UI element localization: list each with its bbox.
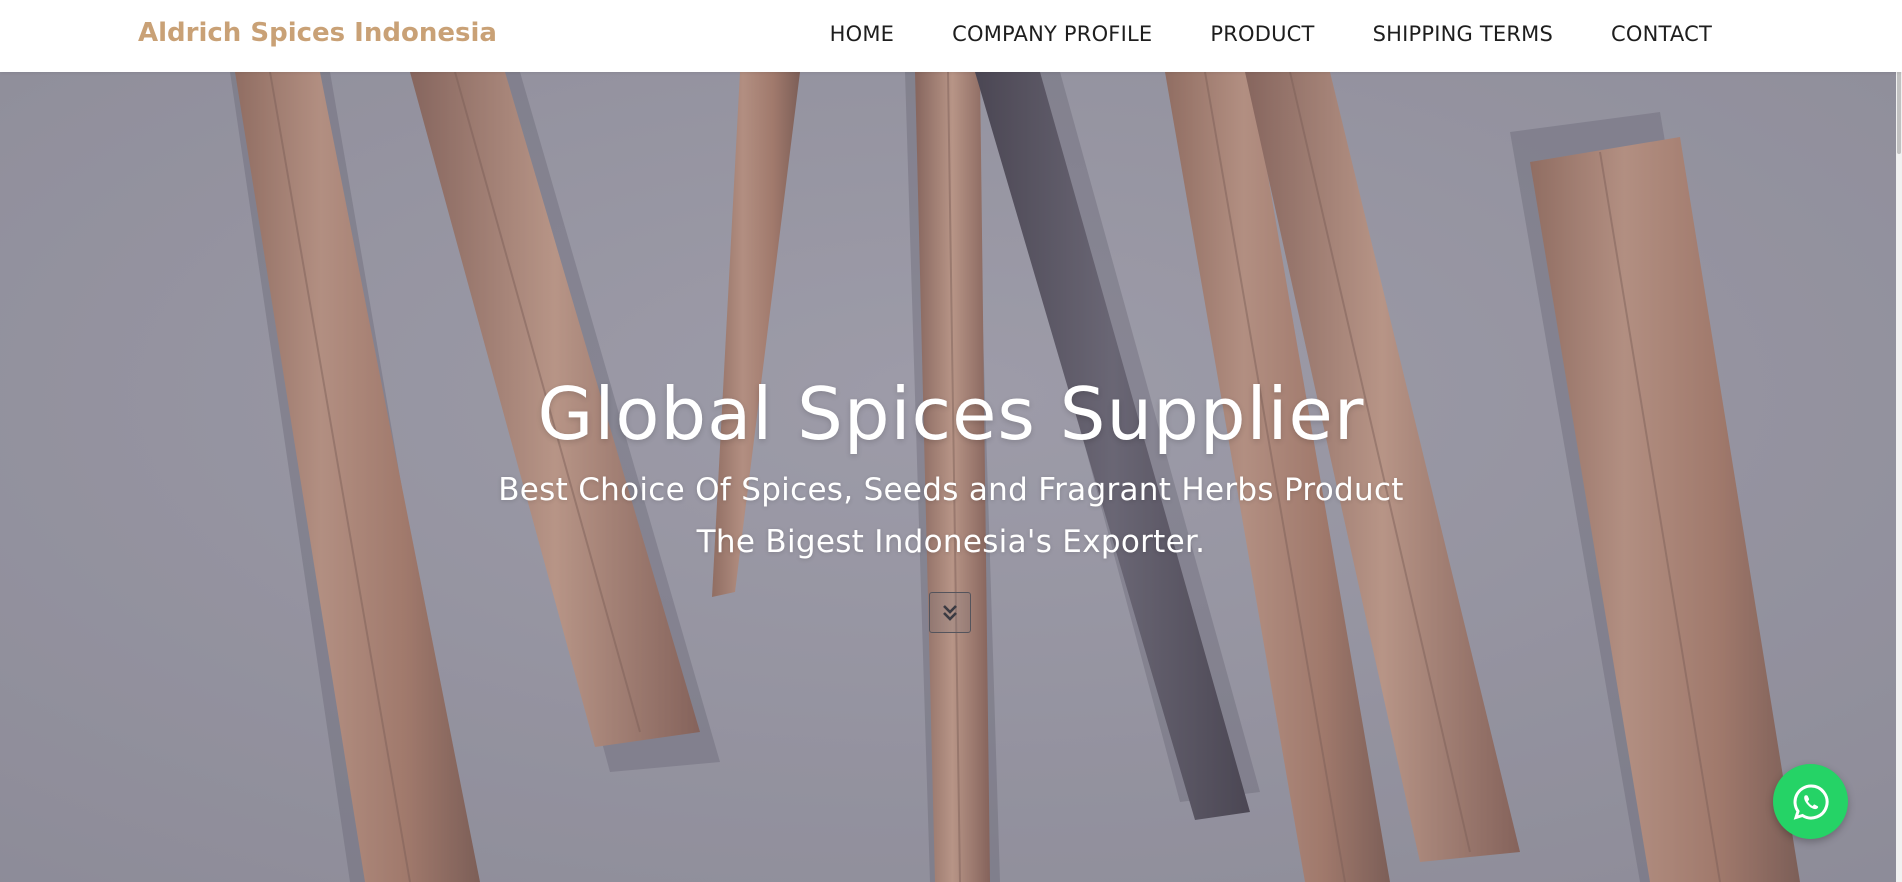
nav-contact[interactable]: CONTACT	[1611, 22, 1712, 46]
whatsapp-icon	[1793, 783, 1829, 820]
chevron-double-down-icon	[943, 604, 957, 621]
whatsapp-chat-button[interactable]	[1773, 764, 1848, 839]
hero-title: Global Spices Supplier	[537, 372, 1365, 456]
brand-logo-text[interactable]: Aldrich Spices Indonesia	[138, 18, 497, 48]
scroll-down-button[interactable]	[929, 592, 971, 633]
hero-subtitle-line2: The Bigest Indonesia's Exporter.	[696, 524, 1206, 560]
hero-subtitle-line1: Best Choice Of Spices, Seeds and Fragran…	[498, 472, 1404, 508]
nav-company-profile[interactable]: COMPANY PROFILE	[952, 22, 1152, 46]
nav-shipping-terms[interactable]: SHIPPING TERMS	[1373, 22, 1553, 46]
site-header: Aldrich Spices Indonesia HOME COMPANY PR…	[0, 0, 1902, 72]
nav-product[interactable]: PRODUCT	[1210, 22, 1314, 46]
hero-section: Global Spices Supplier Best Choice Of Sp…	[0, 72, 1902, 882]
nav-home[interactable]: HOME	[830, 22, 895, 46]
main-nav: HOME COMPANY PROFILE PRODUCT SHIPPING TE…	[830, 22, 1712, 46]
